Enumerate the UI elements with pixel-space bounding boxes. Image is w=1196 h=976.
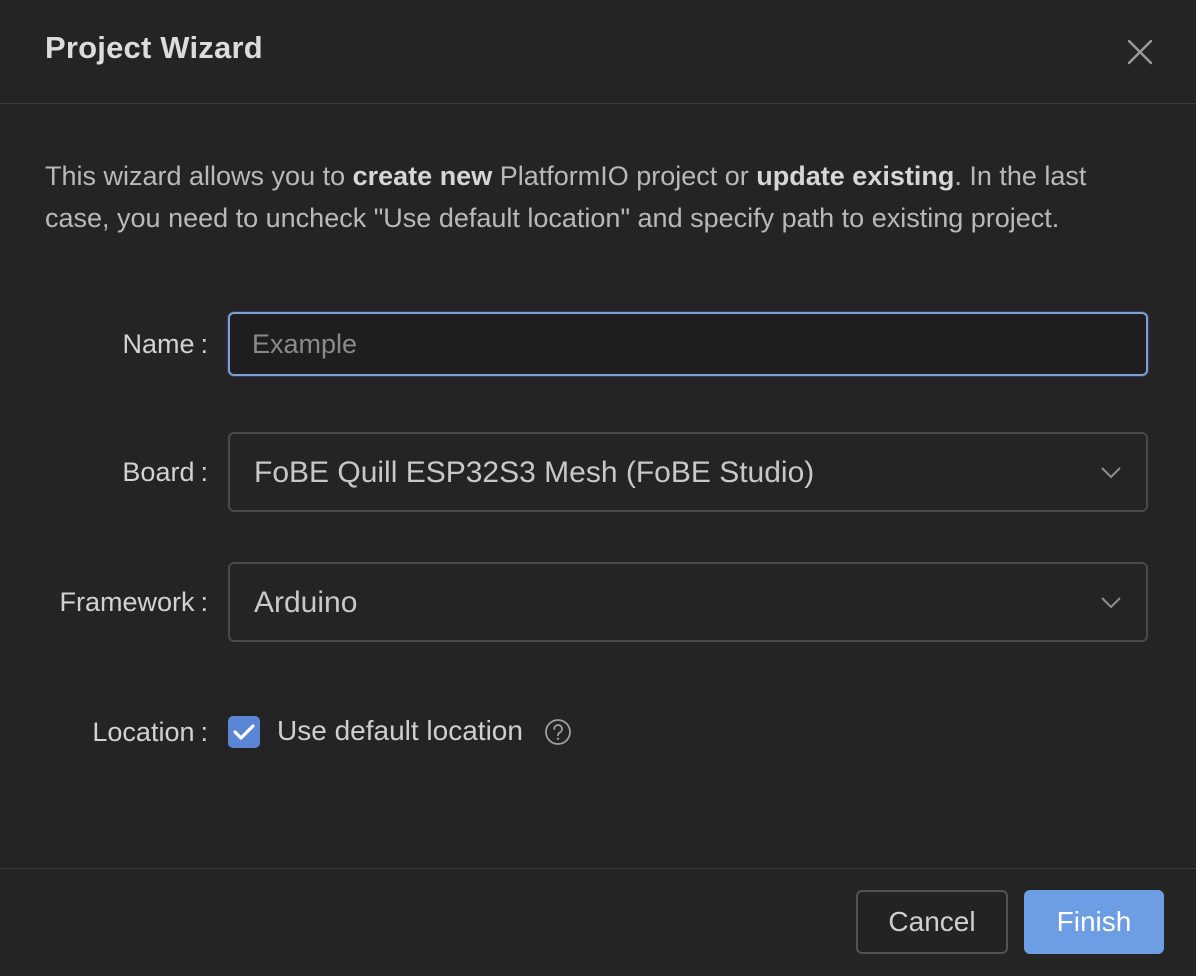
intro-part-2: PlatformIO project or	[492, 161, 756, 191]
framework-label-text: Framework	[59, 587, 194, 617]
board-label-text: Board	[122, 457, 194, 487]
intro-bold-update-existing: update existing	[756, 161, 954, 191]
finish-button[interactable]: Finish	[1024, 890, 1164, 954]
board-label: Board:	[28, 457, 208, 488]
intro-part-1: This wizard allows you to	[45, 161, 353, 191]
close-button[interactable]	[1122, 34, 1158, 70]
close-icon	[1122, 34, 1158, 70]
name-label-colon: :	[200, 329, 208, 359]
dialog-header: Project Wizard	[0, 0, 1196, 104]
board-select[interactable]: FoBE Quill ESP32S3 Mesh (FoBE Studio)	[228, 432, 1148, 512]
name-label-text: Name	[122, 329, 194, 359]
project-wizard-dialog: Project Wizard This wizard allows you to…	[0, 0, 1196, 976]
board-label-colon: :	[200, 457, 208, 487]
chevron-down-icon	[1100, 464, 1122, 480]
location-label-text: Location	[92, 717, 194, 747]
name-input[interactable]	[228, 312, 1148, 376]
location-label-colon: :	[200, 717, 208, 747]
use-default-location-checkbox[interactable]	[228, 716, 260, 748]
intro-text: This wizard allows you to create new Pla…	[45, 155, 1145, 239]
question-circle-icon[interactable]	[544, 718, 572, 746]
use-default-location-label[interactable]: Use default location	[277, 715, 523, 747]
framework-select[interactable]: Arduino	[228, 562, 1148, 642]
name-label: Name:	[28, 329, 208, 360]
framework-select-value: Arduino	[254, 586, 357, 620]
dialog-title: Project Wizard	[45, 30, 263, 66]
chevron-down-icon	[1100, 594, 1122, 610]
dialog-footer	[0, 868, 1196, 976]
board-select-value: FoBE Quill ESP32S3 Mesh (FoBE Studio)	[254, 456, 814, 490]
intro-bold-create-new: create new	[353, 161, 493, 191]
location-label: Location:	[28, 717, 208, 748]
framework-label: Framework:	[28, 587, 208, 618]
framework-label-colon: :	[200, 587, 208, 617]
checkmark-icon	[233, 723, 255, 741]
cancel-button[interactable]: Cancel	[856, 890, 1008, 954]
